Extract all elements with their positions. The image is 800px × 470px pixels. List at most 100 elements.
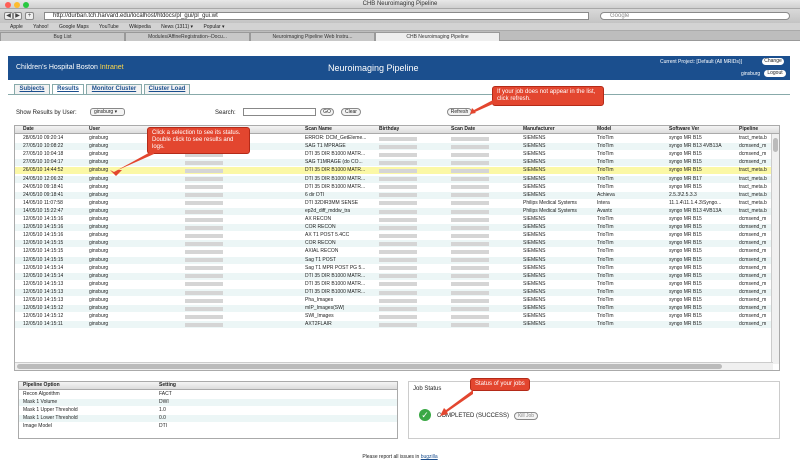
column-header-scan-date[interactable]: Scan Date	[451, 126, 475, 133]
table-cell: 12/05/10 14:15:14	[23, 272, 64, 279]
logout-button[interactable]: Logout	[764, 70, 786, 77]
table-cell: 12/05/10 14:15:14	[23, 264, 64, 271]
go-button[interactable]: GO	[320, 108, 334, 116]
table-row[interactable]: 24/05/10 12:06:32 ginsburg DTI 35 DIR B100…	[15, 175, 773, 183]
table-row[interactable]: 24/05/10 09:18:41 ginsburg 6 dir DTI SIEMEN…	[15, 191, 773, 199]
table-row[interactable]: 12/05/10 14:15:12 ginsburg SWI_Images SIEME…	[15, 313, 773, 320]
table-row[interactable]: 12/05/10 14:15:14 ginsburg DTI 35 DIR B100…	[15, 272, 773, 280]
table-cell: Sag T1 POST	[305, 256, 337, 263]
table-cell: ginsburg	[89, 272, 109, 279]
zoom-window-icon[interactable]	[23, 2, 29, 8]
table-row[interactable]: 12/05/10 14:15:12 ginsburg mIP_Images(SW) S…	[15, 305, 773, 313]
bookmark-wikipedia[interactable]: Wikipedia	[129, 24, 151, 30]
column-header-software-ver[interactable]: Software Ver	[669, 126, 699, 133]
results-vertical-scrollbar[interactable]	[771, 134, 779, 364]
table-cell: DTI 35 DIR B1000 MATR...	[305, 288, 366, 295]
table-row[interactable]: 14/05/10 11:07:58 ginsburg DTI 32DIR3MM SE…	[15, 200, 773, 207]
clear-button[interactable]: Clear	[341, 108, 361, 116]
scrollbar-thumb[interactable]	[17, 364, 722, 369]
table-cell: 12/05/10 14:15:12	[23, 305, 64, 312]
table-row[interactable]: 14/05/10 15:22:47 ginsburg ep2d_diff_mddw_…	[15, 207, 773, 215]
redacted-cell	[185, 258, 223, 265]
table-row[interactable]: 28/05/10 09:20:14 ginsburg ERROR: DCM_GetE…	[15, 135, 773, 142]
tab-results[interactable]: Results	[52, 84, 84, 94]
table-cell: tract_meta.b	[739, 191, 767, 198]
table-cell: SIEMENS	[523, 240, 546, 247]
table-cell: tract_meta.b	[739, 183, 767, 190]
back-button[interactable]: ◀	[4, 12, 13, 20]
scrollbar-thumb[interactable]	[773, 138, 778, 152]
bugzilla-link[interactable]: bugzilla	[421, 454, 438, 460]
table-row[interactable]: 12/05/10 14:15:13 ginsburg DTI 35 DIR B100…	[15, 288, 773, 297]
bookmark-youtube[interactable]: YouTube	[99, 24, 119, 30]
table-row[interactable]: 12/05/10 14:15:15 ginsburg COR RECON SIEMEN…	[15, 240, 773, 248]
table-cell: ginsburg	[89, 321, 109, 328]
table-cell: syngo MR B15	[669, 224, 702, 231]
table-row[interactable]: 12/05/10 14:15:16 ginsburg AX T1 POST 5.4C…	[15, 232, 773, 239]
redacted-cell	[451, 322, 489, 329]
table-cell: Sag T1 MPR POST PG 5...	[305, 264, 366, 271]
results-horizontal-scrollbar[interactable]	[15, 362, 773, 370]
column-header-date[interactable]: Date	[23, 126, 34, 133]
minimize-window-icon[interactable]	[14, 2, 20, 8]
table-cell: 12/05/10 14:15:16	[23, 232, 64, 239]
change-project-button[interactable]: Change	[762, 58, 784, 65]
tab-cluster-load[interactable]: Cluster Load	[144, 84, 190, 94]
table-row[interactable]: 12/05/10 14:15:16 ginsburg COR RECON SIEMEN…	[15, 224, 773, 232]
tab-monitor-cluster[interactable]: Monitor Cluster	[86, 84, 142, 94]
column-header-pipeline[interactable]: Pipeline	[739, 126, 758, 133]
bookmark-apple[interactable]: Apple	[10, 24, 23, 30]
bookmark-google-maps[interactable]: Google Maps	[59, 24, 89, 30]
table-row[interactable]: 12/05/10 14:15:13 ginsburg DTI 35 DIR B100…	[15, 281, 773, 288]
bookmark-yahoo[interactable]: Yahoo!	[33, 24, 48, 30]
refresh-button[interactable]: Refresh	[447, 108, 472, 116]
table-row[interactable]: 12/05/10 14:15:11 ginsburg AXT2FLAIR SIEMEN…	[15, 321, 773, 329]
table-cell: SIEMENS	[523, 143, 546, 150]
column-header-scan-name[interactable]: Scan Name	[305, 126, 332, 133]
bookmark-news[interactable]: News (1311) ▾	[161, 24, 193, 30]
pipeline-options-table: Pipeline Option Setting Recon Algorithm F…	[18, 381, 398, 439]
table-cell: TrioTim	[597, 313, 614, 320]
redacted-cell	[379, 136, 417, 143]
close-window-icon[interactable]	[5, 2, 11, 8]
column-header-manufacturer[interactable]: Manufacturer	[523, 126, 555, 133]
table-cell: syngo MR B17	[669, 175, 702, 182]
table-row[interactable]: 12/05/10 14:15:15 ginsburg AXIAL RECON SIEM…	[15, 248, 773, 255]
table-cell: dcmsend_m	[739, 224, 767, 231]
column-header-model[interactable]: Model	[597, 126, 611, 133]
browser-search-field[interactable]: Google	[600, 12, 790, 20]
table-row[interactable]: 24/05/10 09:18:41 ginsburg DTI 35 DIR B100…	[15, 184, 773, 191]
browser-tab[interactable]: Neuroimaging Pipeline Web Instru...	[250, 32, 375, 41]
browser-tab-active[interactable]: CHB Neuroimaging Pipeline	[375, 32, 500, 41]
redacted-cell	[451, 225, 489, 232]
table-cell: 12/05/10 14:15:15	[23, 240, 64, 247]
column-header-user[interactable]: User	[89, 126, 100, 133]
table-cell: ep2d_diff_mddw_tra	[305, 207, 351, 214]
redacted-cell	[379, 258, 417, 265]
table-cell: dcmsend_m	[739, 305, 767, 312]
add-bookmark-button[interactable]: +	[25, 12, 34, 20]
browser-tab[interactable]: Modules/AffineRegistration--Docu...	[125, 32, 250, 41]
table-row[interactable]: 12/05/10 14:15:13 ginsburg Pha_Images SIEME…	[15, 297, 773, 304]
user-select[interactable]: ginsburg ▾	[90, 108, 125, 116]
table-cell: syngo MR B15	[669, 135, 702, 141]
table-row[interactable]: 12/05/10 14:15:16 ginsburg AX RECON SIEMENS…	[15, 216, 773, 223]
browser-tab[interactable]: Bug List	[0, 32, 125, 41]
forward-button[interactable]: ▶	[13, 12, 22, 20]
redacted-cell	[451, 314, 489, 321]
table-row[interactable]: 12/05/10 14:15:15 ginsburg Sag T1 POST SIEM…	[15, 256, 773, 265]
table-row[interactable]: 12/05/10 14:15:14 ginsburg Sag T1 MPR POST…	[15, 265, 773, 272]
column-header-birthday[interactable]: Birthday	[379, 126, 399, 133]
table-cell: dcmsend_m	[739, 143, 767, 150]
tab-subjects[interactable]: Subjects	[14, 84, 50, 94]
table-cell: Avanto	[597, 207, 613, 214]
redacted-cell	[379, 290, 417, 297]
table-cell: ginsburg	[89, 264, 109, 271]
bookmark-popular[interactable]: Popular ▾	[203, 24, 224, 30]
redacted-cell	[379, 160, 417, 167]
search-input[interactable]	[243, 108, 316, 116]
kill-job-button[interactable]: Kill Job	[514, 412, 538, 420]
url-field[interactable]: http://durban.tch.harvard.edu/localhost/…	[44, 12, 589, 20]
table-cell: 6 dir DTI	[305, 191, 325, 198]
hospital-logo: Children's Hospital Boston Intranet	[16, 64, 124, 71]
